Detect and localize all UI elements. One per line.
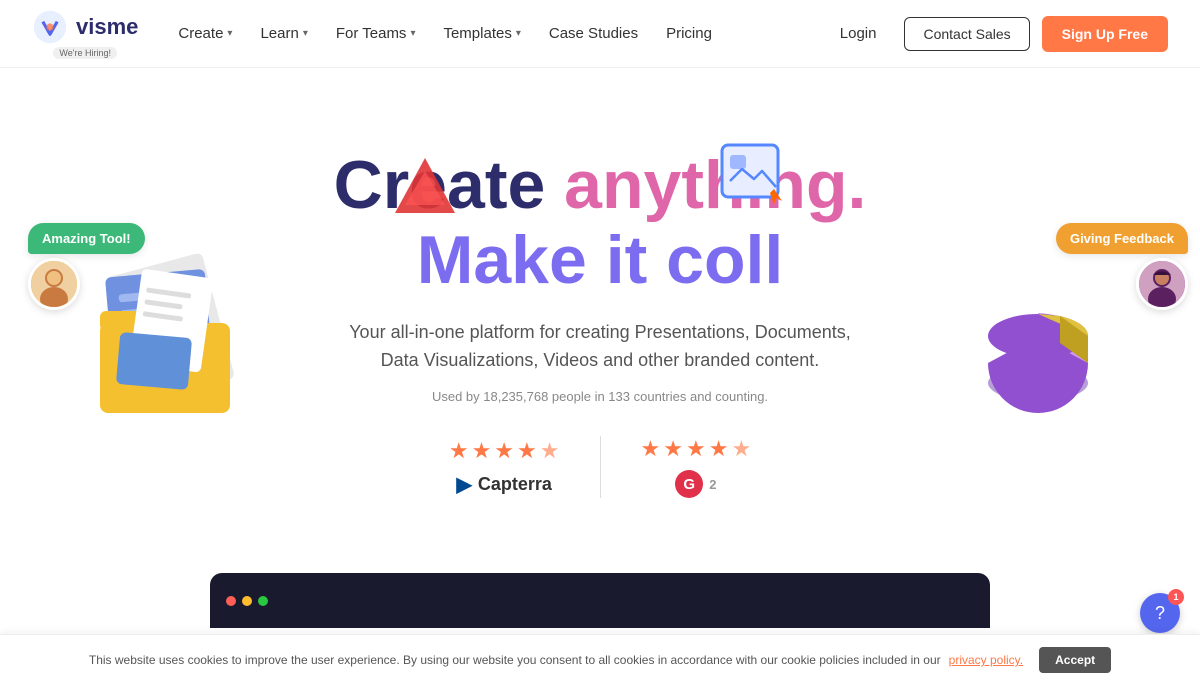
star-2: ★ [663, 436, 683, 462]
nav-learn-label: Learn [260, 25, 298, 42]
hero-section: Amazing Tool! Giving Feedback [0, 68, 1200, 628]
chevron-down-icon: ▾ [303, 28, 308, 39]
nav-create-label: Create [178, 25, 223, 42]
pie-chart-decoration [980, 308, 1110, 433]
signup-button[interactable]: Sign Up Free [1042, 16, 1168, 52]
triangle-decoration [390, 153, 460, 228]
ratings-row: ★ ★ ★ ★ ★ ▶ Capterra ★ ★ ★ ★ ★ G 2 [0, 436, 1200, 498]
visme-logo-icon [32, 9, 68, 45]
star-1: ★ [449, 438, 469, 464]
help-notification-badge: 1 [1168, 589, 1184, 605]
capterra-rating: ★ ★ ★ ★ ★ ▶ Capterra [409, 438, 600, 497]
help-button[interactable]: ? 1 [1140, 593, 1180, 633]
nav-templates-label: Templates [443, 25, 511, 42]
g2-superscript: 2 [709, 477, 716, 492]
nav-items: Create ▾ Learn ▾ For Teams ▾ Templates ▾… [166, 17, 724, 50]
nav-case-studies-label: Case Studies [549, 25, 638, 42]
browser-bar [210, 573, 990, 628]
navbar-left: visme We're Hiring! Create ▾ Learn ▾ For… [32, 9, 724, 59]
browser-dot-yellow [242, 596, 252, 606]
star-4: ★ [709, 436, 729, 462]
chevron-down-icon: ▾ [516, 28, 521, 39]
nav-templates[interactable]: Templates ▾ [431, 17, 532, 50]
hero-title-line1: Create anything. [0, 148, 1200, 223]
logo-area[interactable]: visme We're Hiring! [32, 9, 138, 59]
login-button[interactable]: Login [824, 17, 893, 50]
female-avatar-svg [1139, 261, 1185, 307]
capterra-label: Capterra [478, 474, 552, 495]
capterra-arrow-icon: ▶ [456, 472, 471, 497]
g2-stars: ★ ★ ★ ★ ★ [641, 436, 752, 462]
logo-text: visme [76, 14, 138, 40]
hiring-badge: We're Hiring! [53, 47, 117, 59]
browser-dot-green [258, 596, 268, 606]
chevron-down-icon: ▾ [410, 28, 415, 39]
privacy-policy-link[interactable]: privacy policy. [949, 653, 1023, 667]
g2-logo: G 2 [675, 470, 716, 498]
nav-case-studies[interactable]: Case Studies [537, 17, 650, 50]
chevron-down-icon: ▾ [227, 28, 232, 39]
image-frame-icon [720, 143, 788, 207]
bubble-giving-feedback: Giving Feedback [1056, 223, 1188, 310]
nav-for-teams-label: For Teams [336, 25, 407, 42]
navbar-right: Login Contact Sales Sign Up Free [824, 16, 1168, 52]
giving-feedback-bubble-text: Giving Feedback [1056, 223, 1188, 254]
hero-subtitle: Your all-in-one platform for creating Pr… [340, 318, 860, 376]
capterra-stars: ★ ★ ★ ★ ★ [449, 438, 560, 464]
nav-learn[interactable]: Learn ▾ [248, 17, 319, 50]
nav-pricing-label: Pricing [666, 25, 712, 42]
logo-image: visme [32, 9, 138, 45]
browser-dot-red [226, 596, 236, 606]
document-stack-decoration [80, 243, 260, 433]
nav-for-teams[interactable]: For Teams ▾ [324, 17, 428, 50]
navbar: visme We're Hiring! Create ▾ Learn ▾ For… [0, 0, 1200, 68]
pie-chart-icon [980, 308, 1110, 428]
cookie-text: This website uses cookies to improve the… [89, 653, 941, 667]
contact-sales-button[interactable]: Contact Sales [904, 17, 1029, 51]
star-5: ★ [540, 438, 560, 464]
cookie-accept-button[interactable]: Accept [1039, 647, 1111, 673]
avatar-female [1136, 258, 1188, 310]
capterra-logo: ▶ Capterra [456, 472, 551, 497]
image-frame-decoration [720, 143, 788, 212]
star-1: ★ [641, 436, 661, 462]
triangle-icon [390, 153, 460, 223]
male-avatar-svg [31, 261, 77, 307]
help-question-icon: ? [1155, 603, 1165, 624]
g2-logo-icon: G [675, 470, 703, 498]
nav-create[interactable]: Create ▾ [166, 17, 244, 50]
star-4: ★ [517, 438, 537, 464]
star-5: ★ [731, 436, 751, 462]
star-3: ★ [686, 436, 706, 462]
document-stack-icon [80, 243, 260, 428]
avatar-male [28, 258, 80, 310]
star-2: ★ [472, 438, 492, 464]
g2-rating: ★ ★ ★ ★ ★ G 2 [600, 436, 792, 498]
cookie-bar: This website uses cookies to improve the… [0, 634, 1200, 685]
nav-pricing[interactable]: Pricing [654, 17, 724, 50]
star-3: ★ [494, 438, 514, 464]
